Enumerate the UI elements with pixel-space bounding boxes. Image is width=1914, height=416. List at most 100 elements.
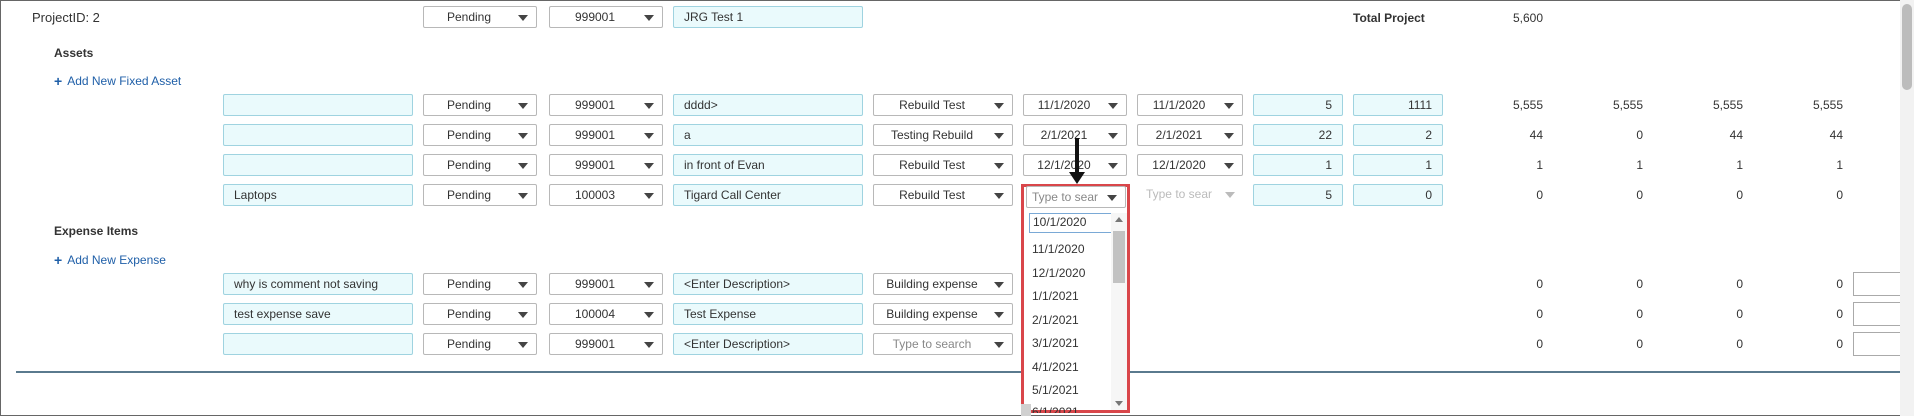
expense-name-field[interactable]	[223, 333, 413, 355]
asset-status-select[interactable]: Pending	[423, 124, 537, 146]
asset-code-select[interactable]: 100003	[549, 184, 663, 206]
asset-code-select[interactable]: 999001	[549, 124, 663, 146]
asset-description-field[interactable]: Tigard Call Center	[673, 184, 863, 206]
asset-quantity-field[interactable]: 5	[1253, 94, 1343, 116]
chevron-down-icon	[994, 103, 1004, 109]
date-option[interactable]: 4/1/2021	[1029, 356, 1113, 380]
project-name-field[interactable]: JRG Test 1	[673, 6, 863, 28]
asset-end-date-select[interactable]: 12/1/2020	[1137, 154, 1243, 176]
chevron-down-icon	[1108, 133, 1118, 139]
expense-value-1: 0	[1536, 337, 1543, 351]
chevron-down-icon	[994, 133, 1004, 139]
expense-code-select[interactable]: 999001	[549, 333, 663, 355]
date-option[interactable]: 6/1/2021	[1029, 403, 1113, 413]
chevron-down-icon[interactable]	[1115, 401, 1123, 406]
expense-category-value: Building expense	[886, 307, 978, 321]
asset-name-field[interactable]: Laptops	[223, 184, 413, 206]
expense-description-field[interactable]: Test Expense	[673, 303, 863, 325]
asset-name-field[interactable]	[223, 154, 413, 176]
asset-code-select[interactable]: 999001	[549, 94, 663, 116]
date-option[interactable]: 3/1/2021	[1029, 332, 1113, 356]
expense-value-3: 0	[1736, 337, 1743, 351]
asset-amount-field[interactable]: 2	[1353, 124, 1443, 146]
date-option[interactable]: 5/1/2021	[1029, 379, 1113, 403]
page-scrollbar[interactable]	[1900, 0, 1914, 416]
expense-value-2: 0	[1636, 307, 1643, 321]
chevron-up-icon[interactable]	[1115, 217, 1123, 222]
expense-description-field[interactable]: <Enter Description>	[673, 333, 863, 355]
page-scroll-thumb[interactable]	[1902, 4, 1912, 90]
expense-status-select[interactable]: Pending	[423, 273, 537, 295]
asset-amount-field[interactable]: 0	[1353, 184, 1443, 206]
asset-end-date-select[interactable]: 2/1/2021	[1137, 124, 1243, 146]
asset-code-value: 999001	[574, 128, 616, 142]
asset-category-value: Rebuild Test	[899, 98, 965, 112]
dropdown-scrollbar[interactable]	[1111, 213, 1127, 410]
expense-value-4: 0	[1836, 337, 1843, 351]
scroll-stub	[1021, 404, 1031, 416]
add-expense-link[interactable]: + Add New Expense	[54, 253, 166, 267]
asset-description-field[interactable]: dddd>	[673, 94, 863, 116]
asset-category-value: Rebuild Test	[899, 158, 965, 172]
date-option[interactable]: 2/1/2021	[1029, 309, 1113, 333]
asset-value-3: 44	[1729, 128, 1743, 142]
date-search-placeholder: Type to sear	[1031, 190, 1099, 204]
add-fixed-asset-link[interactable]: + Add New Fixed Asset	[54, 74, 181, 88]
project-code-value: 999001	[574, 10, 616, 24]
asset-name-field[interactable]	[223, 124, 413, 146]
chevron-down-icon	[518, 342, 528, 348]
chevron-down-icon	[518, 163, 528, 169]
asset-status-select[interactable]: Pending	[423, 154, 537, 176]
asset-quantity-field[interactable]: 22	[1253, 124, 1343, 146]
asset-category-select[interactable]: Testing Rebuild	[873, 124, 1013, 146]
chevron-down-icon	[518, 282, 528, 288]
asset-end-date-select[interactable]: Type to sear	[1137, 184, 1243, 206]
expense-items-heading: Expense Items	[54, 224, 139, 238]
expense-category-select[interactable]: Building expense	[873, 303, 1013, 325]
asset-category-select[interactable]: Rebuild Test	[873, 94, 1013, 116]
asset-description-field[interactable]: a	[673, 124, 863, 146]
asset-value-1: 44	[1529, 128, 1543, 142]
expense-status-select[interactable]: Pending	[423, 333, 537, 355]
asset-status-select[interactable]: Pending	[423, 94, 537, 116]
asset-start-date-value: 12/1/2020	[1037, 158, 1091, 172]
asset-end-date-select[interactable]: 11/1/2020	[1137, 94, 1243, 116]
expense-name-field[interactable]: test expense save	[223, 303, 413, 325]
date-option[interactable]: 1/1/2021	[1029, 285, 1113, 309]
expense-status-select[interactable]: Pending	[423, 303, 537, 325]
date-option[interactable]: 10/1/2020	[1029, 213, 1113, 233]
chevron-down-icon	[1224, 163, 1234, 169]
add-expense-label: Add New Expense	[67, 253, 166, 267]
asset-amount-field[interactable]: 1111	[1353, 94, 1443, 116]
asset-status-value: Pending	[446, 158, 492, 172]
expense-code-select[interactable]: 100004	[549, 303, 663, 325]
dropdown-scroll-thumb[interactable]	[1113, 231, 1125, 283]
asset-status-select[interactable]: Pending	[423, 184, 537, 206]
expense-code-select[interactable]: 999001	[549, 273, 663, 295]
asset-name-field[interactable]	[223, 94, 413, 116]
asset-quantity-field[interactable]: 1	[1253, 154, 1343, 176]
date-search-input[interactable]: Type to sear	[1026, 186, 1126, 208]
asset-quantity-field[interactable]: 5	[1253, 184, 1343, 206]
expense-value-3: 0	[1736, 277, 1743, 291]
asset-category-select[interactable]: Rebuild Test	[873, 154, 1013, 176]
chevron-down-icon	[518, 193, 528, 199]
chevron-down-icon	[994, 163, 1004, 169]
expense-category-select[interactable]: Building expense	[873, 273, 1013, 295]
expense-code-value: 999001	[574, 337, 616, 351]
asset-description-field[interactable]: in front of Evan	[673, 154, 863, 176]
asset-start-date-select[interactable]: 11/1/2020	[1023, 94, 1127, 116]
asset-amount-field[interactable]: 1	[1353, 154, 1443, 176]
annotation-arrow-shaft	[1075, 138, 1079, 174]
asset-end-date-value: 2/1/2021	[1155, 128, 1203, 142]
asset-category-select[interactable]: Rebuild Test	[873, 184, 1013, 206]
date-option[interactable]: 12/1/2020	[1029, 262, 1113, 286]
project-status-select[interactable]: Pending	[423, 6, 537, 28]
asset-code-select[interactable]: 999001	[549, 154, 663, 176]
expense-name-field[interactable]: why is comment not saving	[223, 273, 413, 295]
expense-category-select[interactable]: Type to search	[873, 333, 1013, 355]
date-option[interactable]: 11/1/2020	[1029, 238, 1113, 262]
project-code-select[interactable]: 999001	[549, 6, 663, 28]
expense-description-field[interactable]: <Enter Description>	[673, 273, 863, 295]
chevron-down-icon	[644, 163, 654, 169]
